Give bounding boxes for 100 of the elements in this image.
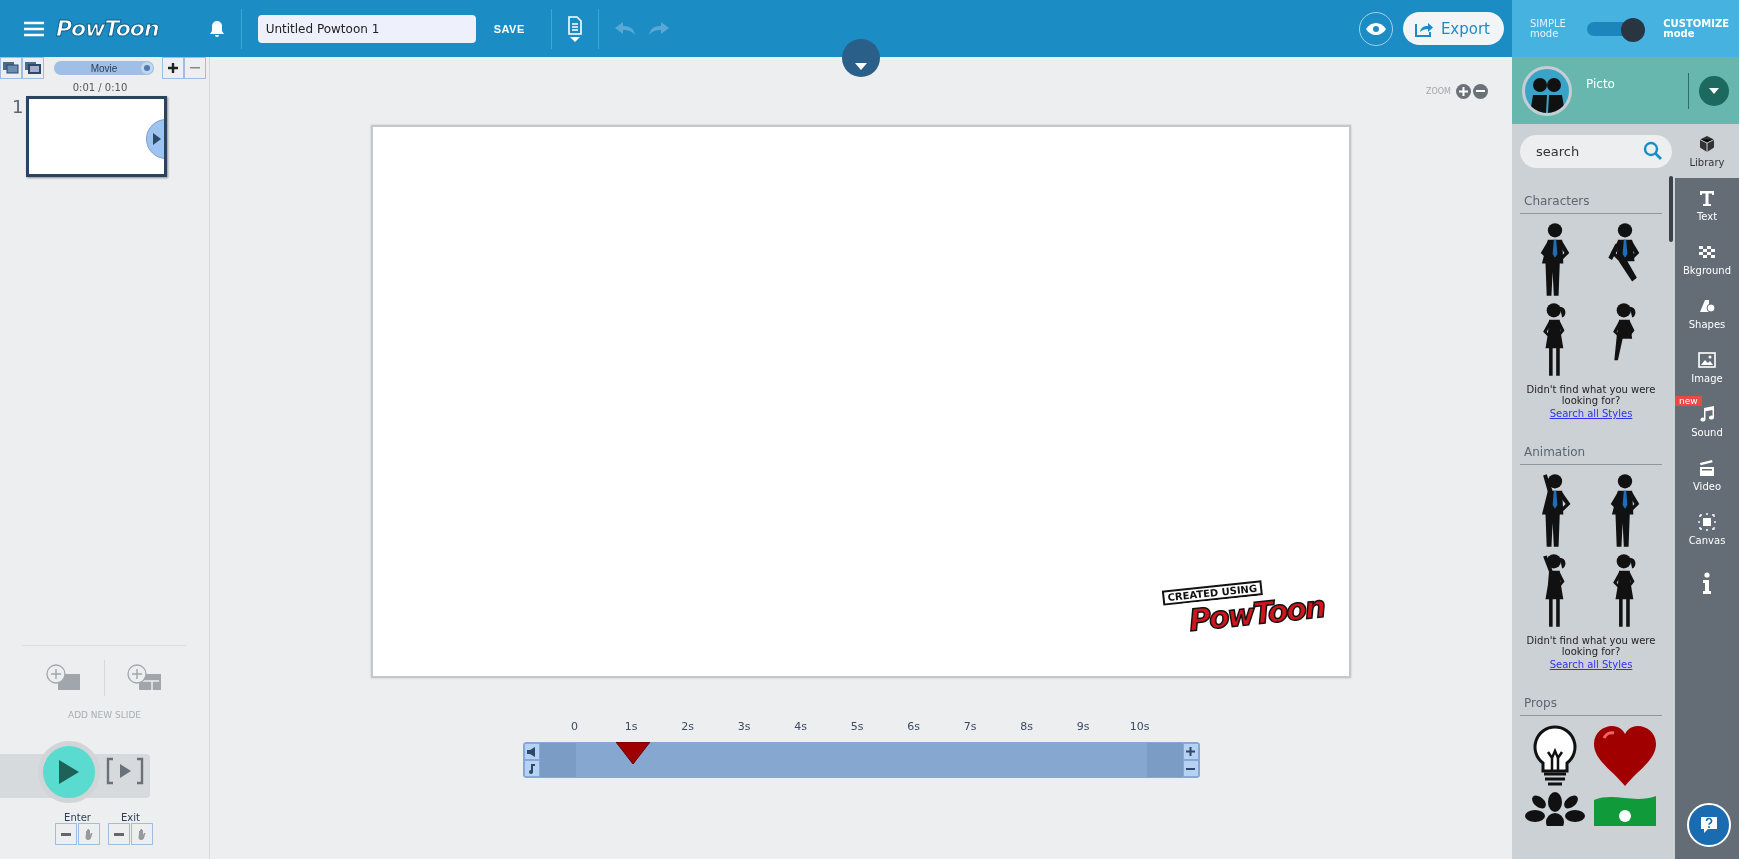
time-tick-label: 2s <box>681 720 694 733</box>
search-all-styles-link[interactable]: Search all Styles <box>1520 659 1662 670</box>
time-tick-label: 8s <box>1020 720 1033 733</box>
time-tick-label: 10s <box>1129 720 1150 733</box>
help-icon <box>1700 816 1718 834</box>
caret-icon <box>1709 87 1719 94</box>
add-new-slide-label: ADD NEW SLIDE <box>66 710 143 720</box>
zoom-in-slides-button[interactable] <box>162 57 184 79</box>
section-title: Animation <box>1520 445 1662 465</box>
simple-mode-label: SIMPLE <box>1530 18 1566 29</box>
time-tick-label: 5s <box>850 720 864 733</box>
slide-number: 1 <box>12 96 24 117</box>
save-button[interactable]: SAVE <box>487 21 531 36</box>
timeline-sound-button[interactable] <box>523 743 540 760</box>
zoom-out-button[interactable] <box>1473 83 1488 99</box>
bell-icon <box>208 19 225 38</box>
canvas-icon <box>1698 512 1716 531</box>
time-tick-label: 1s <box>624 720 638 733</box>
new-badge: new <box>1675 396 1702 406</box>
music-note-icon <box>527 763 536 774</box>
stack-view-button[interactable] <box>0 57 22 79</box>
add-slide-icon <box>46 664 82 692</box>
style-dropdown-button[interactable] <box>1699 75 1729 106</box>
play-icon <box>153 133 162 145</box>
timeline-music-button[interactable] <box>523 760 540 777</box>
undo-icon <box>614 21 635 36</box>
cube-icon <box>1698 134 1716 153</box>
text-icon <box>1698 188 1716 207</box>
clapperboard-icon <box>1698 458 1716 477</box>
plus-icon <box>1186 747 1195 756</box>
export-button[interactable]: Export <box>1402 12 1504 45</box>
collapse-tab[interactable] <box>842 39 880 77</box>
tool-tab[interactable]: new Sound <box>1675 394 1739 448</box>
movie-mode-toggle[interactable]: Movie <box>54 61 154 75</box>
heart-drawing[interactable] <box>1592 724 1658 788</box>
minus-icon <box>1476 90 1485 92</box>
notifications-button[interactable] <box>208 19 225 38</box>
app-logo[interactable]: PowToon <box>56 16 159 41</box>
tool-tab[interactable]: Canvas <box>1675 502 1739 556</box>
help-button[interactable] <box>1687 803 1731 847</box>
menu-button[interactable] <box>24 20 44 37</box>
plus-icon <box>1459 86 1468 96</box>
zoom-in-button[interactable] <box>1456 83 1471 99</box>
minus-icon <box>114 832 124 836</box>
slide-time: 0:01 / 0:10 <box>71 82 129 93</box>
hand-icon <box>137 828 147 840</box>
exit-label: Exit <box>121 812 140 823</box>
image-icon <box>1698 350 1716 369</box>
search-field[interactable]: search <box>1520 135 1672 168</box>
enter-label: Enter <box>64 812 91 823</box>
caret-icon <box>855 63 867 70</box>
bracket-play-icon <box>106 756 144 785</box>
minus-icon <box>1186 767 1195 770</box>
add-layout-slide-icon <box>127 664 163 692</box>
time-tick-label: 6s <box>907 720 920 733</box>
style-name: Picto <box>1586 76 1616 91</box>
section-title: Props <box>1520 696 1662 716</box>
slide-thumbnail[interactable] <box>26 96 168 177</box>
tool-tab[interactable]: Image <box>1675 340 1739 394</box>
not-found-hint: Didn't find what you were looking for? <box>1525 384 1657 406</box>
time-tick-label: 4s <box>794 720 807 733</box>
not-found-hint: Didn't find what you were looking for? <box>1525 635 1657 657</box>
frame-view-button[interactable] <box>22 57 44 79</box>
play-icon <box>59 760 79 784</box>
section-title: Characters <box>1520 194 1662 214</box>
minus-icon <box>190 67 200 69</box>
search-all-styles-link[interactable]: Search all Styles <box>1520 408 1662 419</box>
menu-icon <box>24 20 44 37</box>
minus-icon <box>61 832 71 836</box>
eye-icon <box>1365 22 1386 35</box>
share-icon <box>1414 20 1433 37</box>
document-icon <box>567 15 582 42</box>
tool-tab[interactable]: Shapes <box>1675 286 1739 340</box>
hand-icon <box>84 828 94 840</box>
enter-none-button[interactable] <box>55 823 77 845</box>
customize-mode-sublabel: mode <box>1663 28 1696 39</box>
plus-icon <box>168 63 178 73</box>
framed-slides-icon <box>25 62 41 74</box>
time-tick-label: 9s <box>1076 720 1090 733</box>
simple-mode-sublabel: mode <box>1530 28 1560 39</box>
time-tick-label: 7s <box>963 720 977 733</box>
timeline-track[interactable] <box>522 742 1200 778</box>
exit-none-button[interactable] <box>108 823 130 845</box>
playhead[interactable] <box>615 742 650 764</box>
tool-tab[interactable]: Video <box>1675 448 1739 502</box>
zoom-label: ZOOM <box>1426 86 1451 96</box>
mode-toggle[interactable] <box>1586 17 1643 40</box>
speaker-icon <box>526 746 537 757</box>
document-menu-button[interactable] <box>567 15 582 42</box>
tool-tab[interactable]: Text <box>1675 178 1739 232</box>
redo-icon <box>648 21 669 36</box>
slide-canvas[interactable]: CREATED USING PowToon <box>371 125 1351 678</box>
title-field[interactable]: Untitled Powtoon 1 <box>257 14 476 43</box>
customize-mode-label: CUSTOMIZE <box>1663 18 1729 29</box>
flower-drawing[interactable] <box>1525 792 1585 826</box>
tool-tab[interactable]: Bkground <box>1675 232 1739 286</box>
info-icon <box>1701 572 1713 594</box>
time-tick-label: 3s <box>737 720 751 733</box>
time-tick-label: 0 <box>571 720 578 733</box>
stacked-slides-icon <box>3 62 19 74</box>
